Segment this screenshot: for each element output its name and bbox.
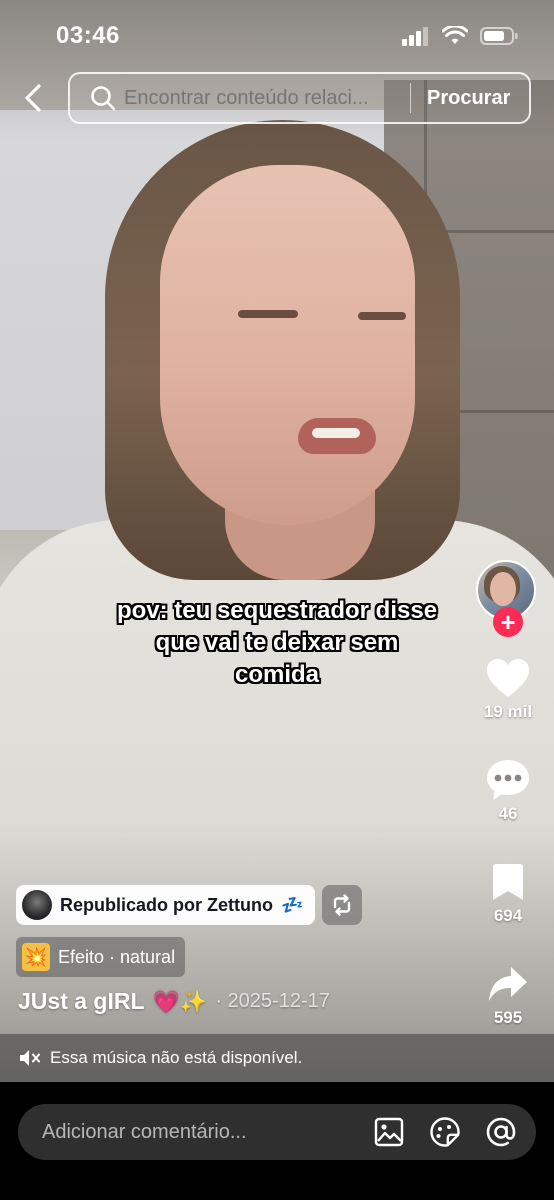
author-line: JUst a gIRL 💗✨ · 2025-12-17 — [18, 988, 330, 1015]
share-button[interactable]: 595 — [484, 962, 532, 1028]
person-eye-left — [238, 310, 298, 318]
comment-placeholder: Adicionar comentário... — [42, 1120, 247, 1143]
comment-bubble-icon — [484, 758, 532, 802]
cellular-signal-icon — [402, 26, 430, 51]
repost-label: Republicado por Zettuno — [60, 894, 273, 915]
caption-line: pov: teu sequestrador disse — [116, 597, 438, 624]
comments-button[interactable]: 46 — [484, 758, 532, 824]
video-caption: pov: teu sequestrador disse que vai te d… — [0, 595, 554, 691]
status-icons — [402, 24, 518, 51]
repost-icon — [333, 894, 351, 916]
muted-speaker-icon — [20, 1050, 40, 1066]
follow-button[interactable]: + — [493, 607, 523, 637]
person-eye-right — [358, 312, 406, 320]
effect-icon: 💥 — [22, 943, 50, 971]
search-icon — [88, 83, 118, 113]
person-face — [160, 165, 415, 525]
repost-badge[interactable]: Republicado por Zettuno 💤 — [16, 885, 316, 925]
like-button[interactable]: 19 mil — [484, 656, 532, 722]
save-button[interactable]: 694 — [484, 860, 532, 926]
battery-icon — [480, 26, 518, 51]
author-emoji: 💗✨ — [152, 988, 208, 1014]
comment-bar: Adicionar comentário... — [0, 1082, 554, 1200]
music-status-text: Essa música não está disponível. — [50, 1048, 303, 1067]
sticker-icon[interactable] — [428, 1115, 462, 1149]
share-arrow-icon — [484, 962, 532, 1006]
comment-count: 46 — [498, 804, 518, 823]
caption-line: comida — [234, 661, 320, 688]
wifi-icon — [441, 24, 469, 51]
sleeping-emoji: 💤 — [281, 894, 304, 915]
author-name[interactable]: JUst a gIRL — [18, 988, 145, 1015]
chevron-left-icon — [25, 84, 41, 112]
status-time: 03:46 — [56, 22, 120, 49]
repost-button[interactable] — [322, 885, 362, 925]
save-count: 694 — [493, 906, 523, 925]
bookmark-icon — [484, 860, 532, 904]
mention-icon[interactable] — [484, 1115, 518, 1149]
post-date: · 2025-12-17 — [215, 990, 330, 1012]
status-bar: 03:46 — [0, 0, 554, 70]
search-bar[interactable]: Procurar — [68, 72, 531, 124]
effect-label: Efeito · natural — [58, 946, 176, 967]
search-button[interactable]: Procurar — [427, 87, 510, 110]
person-mouth — [298, 418, 376, 454]
reposter-avatar — [22, 890, 52, 920]
music-unavailable-bar: Essa música não está disponível. — [0, 1034, 554, 1082]
heart-icon — [484, 656, 532, 700]
like-count: 19 mil — [483, 702, 533, 721]
comment-tools — [372, 1115, 518, 1149]
back-button[interactable] — [18, 80, 48, 116]
search-divider — [410, 83, 411, 113]
effect-badge[interactable]: 💥 Efeito · natural — [16, 937, 186, 977]
caption-line: que vai te deixar sem — [155, 629, 399, 656]
comment-input[interactable]: Adicionar comentário... — [18, 1104, 536, 1160]
search-input[interactable] — [124, 86, 400, 110]
action-rail: + 19 mil 46 694 595 — [476, 560, 540, 1028]
creator-avatar-wrap: + — [476, 560, 540, 637]
share-count: 595 — [493, 1008, 523, 1027]
image-icon[interactable] — [372, 1115, 406, 1149]
